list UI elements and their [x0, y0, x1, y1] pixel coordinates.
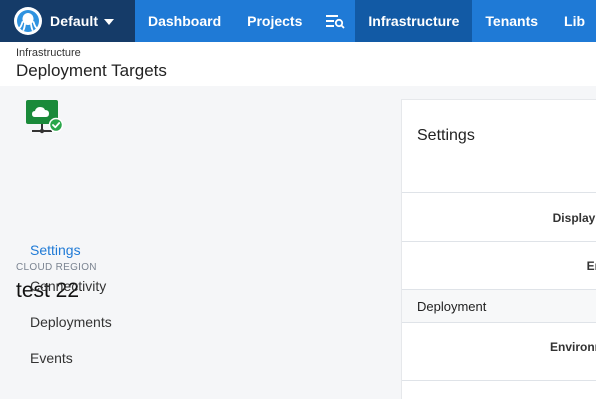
sidebar-item-deployments[interactable]: Deployments [30, 313, 112, 331]
nav-library[interactable]: Lib [551, 0, 596, 42]
search-list-icon [326, 15, 346, 29]
row-label: Display I [552, 211, 596, 225]
nav-dashboard[interactable]: Dashboard [135, 0, 234, 42]
section-label: Deployment [417, 299, 487, 314]
panel-title: Settings [417, 127, 475, 144]
breadcrumb[interactable]: Infrastructure [16, 47, 596, 60]
space-switcher[interactable]: Default [0, 0, 135, 42]
settings-row-environments[interactable]: Environn [402, 322, 596, 370]
sidebar-item-settings[interactable]: Settings [30, 241, 81, 259]
octopus-logo-icon [14, 7, 42, 35]
row-label: Environn [549, 340, 596, 354]
chevron-down-icon [104, 19, 115, 25]
sidebar-item-connectivity[interactable]: Connectivity [30, 277, 106, 295]
nav-infrastructure[interactable]: Infrastructure [355, 0, 473, 42]
target-type-label: CLOUD REGION [16, 262, 97, 273]
nav-search-icon[interactable] [315, 0, 355, 42]
space-name: Default [50, 13, 99, 29]
page-header: Infrastructure Deployment Targets [0, 42, 596, 86]
cloud-region-icon [26, 100, 64, 138]
sidebar-item-events[interactable]: Events [30, 349, 73, 367]
page-title: Deployment Targets [16, 61, 167, 80]
section-header-deployment: Deployment [402, 289, 596, 322]
nav-projects[interactable]: Projects [234, 0, 315, 42]
settings-panel: Settings Display I En Deployment Environ… [401, 99, 596, 399]
top-navigation: Default Dashboard Projects Infrastructur… [0, 0, 596, 42]
settings-row-display-name[interactable]: Display I [402, 192, 596, 241]
settings-row[interactable] [402, 380, 596, 399]
target-sidebar: CLOUD REGION test 22 Settings Connectivi… [0, 86, 400, 386]
nav-tenants[interactable]: Tenants [472, 0, 551, 42]
settings-row-enabled[interactable]: En [402, 241, 596, 289]
row-label: En [586, 259, 596, 273]
